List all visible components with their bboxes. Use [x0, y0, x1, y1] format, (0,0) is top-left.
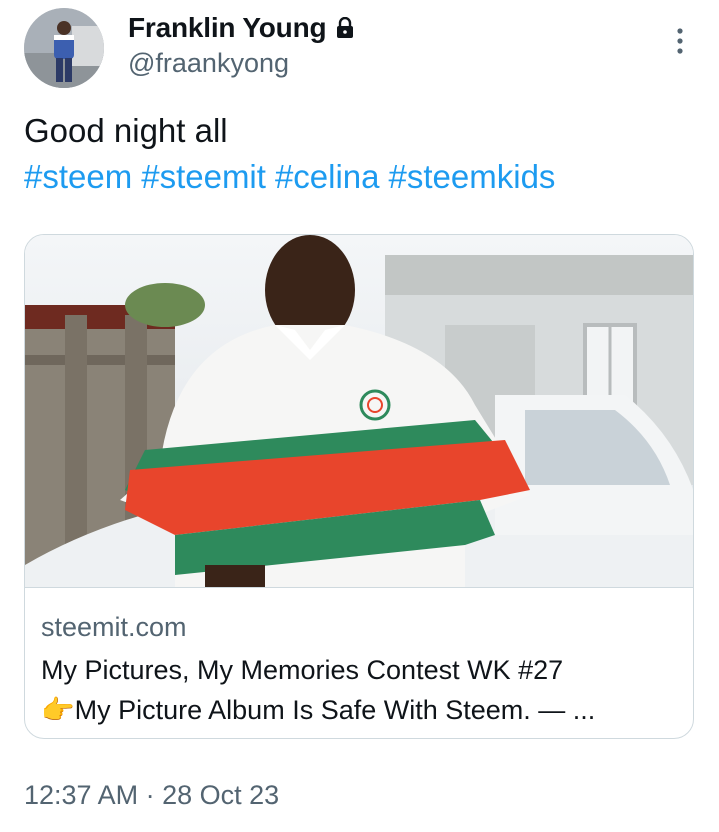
hashtag-link[interactable]: #celina	[275, 158, 380, 195]
author-name-row: Franklin Young	[128, 12, 354, 44]
hashtag-link[interactable]: #steemit	[141, 158, 266, 195]
link-title-line: My Pictures, My Memories Contest WK #27	[41, 655, 564, 685]
link-preview-card[interactable]: steemit.com My Pictures, My Memories Con…	[24, 234, 694, 739]
link-preview-details: steemit.com My Pictures, My Memories Con…	[25, 587, 693, 738]
more-options-icon[interactable]	[668, 24, 692, 58]
user-handle[interactable]: @fraankyong	[128, 48, 289, 79]
display-name[interactable]: Franklin Young	[128, 12, 327, 44]
link-domain: steemit.com	[41, 612, 187, 642]
avatar-image	[24, 8, 104, 88]
link-title-line: 👉My Picture Album Is Safe With Steem. — …	[41, 690, 681, 730]
tweet-timestamp[interactable]: 12:37 AM · 28 Oct 23	[24, 780, 279, 811]
link-preview-image	[25, 235, 693, 587]
hashtag-list: #steem #steemit #celina #steemkids	[24, 154, 564, 200]
avatar[interactable]	[24, 8, 104, 88]
pointing-hand-emoji: 👉	[41, 695, 75, 725]
hashtag-link[interactable]: #steem	[24, 158, 132, 195]
link-title: My Pictures, My Memories Contest WK #27 …	[41, 650, 681, 730]
tweet-text: Good night all	[24, 112, 228, 149]
lock-icon	[336, 16, 354, 39]
link-title-text: My Picture Album Is Safe With Steem. — .…	[74, 695, 596, 725]
hashtag-link[interactable]: #steemkids	[389, 158, 556, 195]
